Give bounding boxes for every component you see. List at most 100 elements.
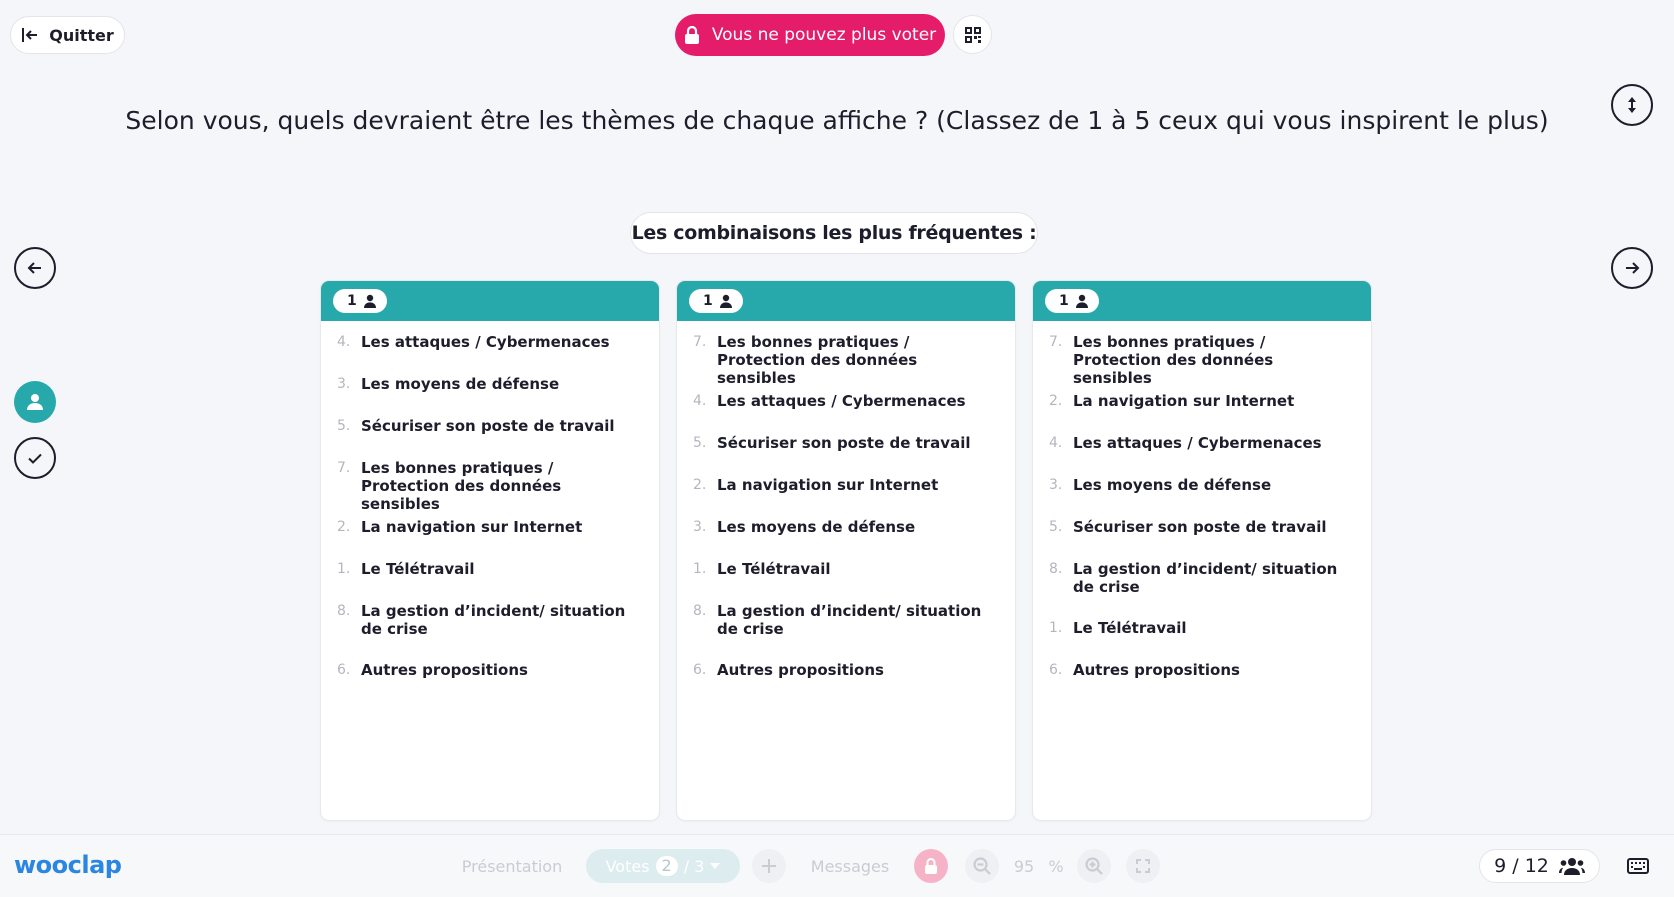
- question-title: Selon vous, quels devraient être les thè…: [125, 106, 1549, 135]
- zoom-out-icon: [973, 857, 991, 875]
- list-item: 6. Autres propositions: [1049, 661, 1355, 703]
- item-number: 8.: [693, 603, 707, 619]
- item-text: Sécuriser son poste de travail: [717, 434, 971, 452]
- list-item: 3. Les moyens de défense: [1049, 476, 1355, 518]
- zoom-in-button[interactable]: [1077, 849, 1111, 883]
- item-text: Autres propositions: [361, 661, 528, 679]
- keyboard-shortcuts-button[interactable]: [1616, 849, 1660, 883]
- vote-status-badge[interactable]: Vous ne pouvez plus voter: [675, 14, 945, 56]
- list-item: 3. Les moyens de défense: [337, 375, 643, 417]
- lock-votes-button[interactable]: [914, 849, 948, 883]
- item-number: 8.: [337, 603, 351, 619]
- item-text: Sécuriser son poste de travail: [1073, 518, 1327, 536]
- list-item: 5. Sécuriser son poste de travail: [693, 434, 999, 476]
- item-number: 1.: [693, 561, 707, 577]
- bottom-toolbar: wooclap Présentation Votes 2 / 3 Message…: [0, 834, 1674, 897]
- show-participants-button[interactable]: [14, 381, 56, 423]
- ranking-list: 7. Les bonnes pratiques / Protection des …: [1033, 321, 1371, 703]
- list-item: 8. La gestion d’incident/ situation de cr…: [1049, 560, 1355, 619]
- list-item: 8. La gestion d’incident/ situation de cr…: [693, 602, 999, 661]
- item-number: 4.: [337, 334, 351, 350]
- caret-down-icon: [710, 863, 721, 869]
- list-item: 5. Sécuriser son poste de travail: [337, 417, 643, 459]
- item-text: Les bonnes pratiques / Protection des do…: [717, 333, 918, 387]
- ranking-list: 7. Les bonnes pratiques / Protection des …: [677, 321, 1015, 703]
- item-text: Sécuriser son poste de travail: [361, 417, 615, 435]
- quit-button[interactable]: Quitter: [10, 16, 125, 54]
- item-number: 6.: [337, 662, 351, 678]
- presentation-button[interactable]: Présentation: [450, 849, 574, 883]
- item-number: 7.: [693, 334, 707, 350]
- zoom-in-icon: [1085, 857, 1103, 875]
- item-text: La gestion d’incident/ situation de cris…: [361, 602, 626, 638]
- combination-card: 1 7. Les bonnes pratiques / Protection de…: [1033, 281, 1371, 820]
- vote-count-badge: 1: [1045, 289, 1099, 313]
- item-text: Les moyens de défense: [361, 375, 560, 393]
- item-text: Le Télétravail: [717, 560, 831, 578]
- item-number: 5.: [337, 418, 351, 434]
- card-header: 1: [677, 281, 1015, 321]
- messages-button[interactable]: Messages: [800, 849, 900, 883]
- qr-code-button[interactable]: [953, 15, 992, 54]
- participants-count: 9 / 12: [1494, 855, 1549, 877]
- card-header: 1: [1033, 281, 1371, 321]
- zoom-unit: %: [1048, 856, 1064, 876]
- item-text: Le Télétravail: [361, 560, 475, 578]
- plus-icon: [762, 859, 776, 873]
- votes-selector[interactable]: Votes 2 / 3: [586, 849, 740, 883]
- item-number: 4.: [693, 393, 707, 409]
- list-item: 1. Le Télétravail: [693, 560, 999, 602]
- item-text: Les moyens de défense: [717, 518, 916, 536]
- add-question-button[interactable]: [752, 849, 786, 883]
- item-number: 5.: [693, 435, 707, 451]
- user-icon: [1075, 294, 1088, 308]
- vote-count-badge: 1: [333, 289, 387, 313]
- participants-counter[interactable]: 9 / 12: [1479, 849, 1600, 883]
- arrow-left-icon: [27, 262, 41, 274]
- ranking-list: 4. Les attaques / Cybermenaces 3. Les moye…: [321, 321, 659, 703]
- list-item: 4. Les attaques / Cybermenaces: [693, 392, 999, 434]
- item-number: 8.: [1049, 561, 1063, 577]
- item-number: 4.: [1049, 435, 1063, 451]
- previous-button[interactable]: [14, 247, 56, 289]
- vote-count: 1: [1059, 293, 1069, 309]
- item-text: La navigation sur Internet: [717, 476, 939, 494]
- item-number: 2.: [337, 519, 351, 535]
- user-icon: [27, 394, 43, 410]
- qr-code-icon: [964, 26, 981, 43]
- results-subtitle: Les combinaisons les plus fréquentes :: [630, 212, 1038, 254]
- list-item: 6. Autres propositions: [337, 661, 643, 703]
- list-item: 8. La gestion d’incident/ situation de cr…: [337, 602, 643, 661]
- fullscreen-button[interactable]: [1126, 849, 1160, 883]
- item-number: 3.: [1049, 477, 1063, 493]
- exit-icon: [22, 28, 38, 42]
- user-icon: [719, 294, 732, 308]
- vote-count: 1: [703, 293, 713, 309]
- item-text: Autres propositions: [717, 661, 884, 679]
- zoom-out-button[interactable]: [965, 849, 999, 883]
- vote-status-label: Vous ne pouvez plus voter: [711, 25, 937, 45]
- list-item: 7. Les bonnes pratiques / Protection des …: [1049, 333, 1355, 392]
- wooclap-logo: wooclap: [14, 851, 122, 879]
- item-number: 2.: [693, 477, 707, 493]
- user-icon: [363, 294, 376, 308]
- item-number: 2.: [1049, 393, 1063, 409]
- combination-card: 1 7. Les bonnes pratiques / Protection de…: [677, 281, 1015, 820]
- item-text: La navigation sur Internet: [361, 518, 583, 536]
- list-item: 2. La navigation sur Internet: [1049, 392, 1355, 434]
- next-button[interactable]: [1611, 247, 1653, 289]
- item-number: 1.: [1049, 620, 1063, 636]
- list-item: 1. Le Télétravail: [337, 560, 643, 602]
- item-text: Les moyens de défense: [1073, 476, 1272, 494]
- votes-current: 2: [655, 856, 678, 876]
- card-header: 1: [321, 281, 659, 321]
- list-item: 4. Les attaques / Cybermenaces: [337, 333, 643, 375]
- combination-card: 1 4. Les attaques / Cybermenaces 3. Les mo…: [321, 281, 659, 820]
- arrow-right-icon: [1626, 262, 1640, 274]
- item-text: Les attaques / Cybermenaces: [1073, 434, 1322, 452]
- item-number: 7.: [337, 460, 351, 476]
- check-icon: [28, 453, 42, 464]
- item-text: Les bonnes pratiques / Protection des do…: [361, 459, 562, 513]
- item-text: Le Télétravail: [1073, 619, 1187, 637]
- show-answer-button[interactable]: [14, 437, 56, 479]
